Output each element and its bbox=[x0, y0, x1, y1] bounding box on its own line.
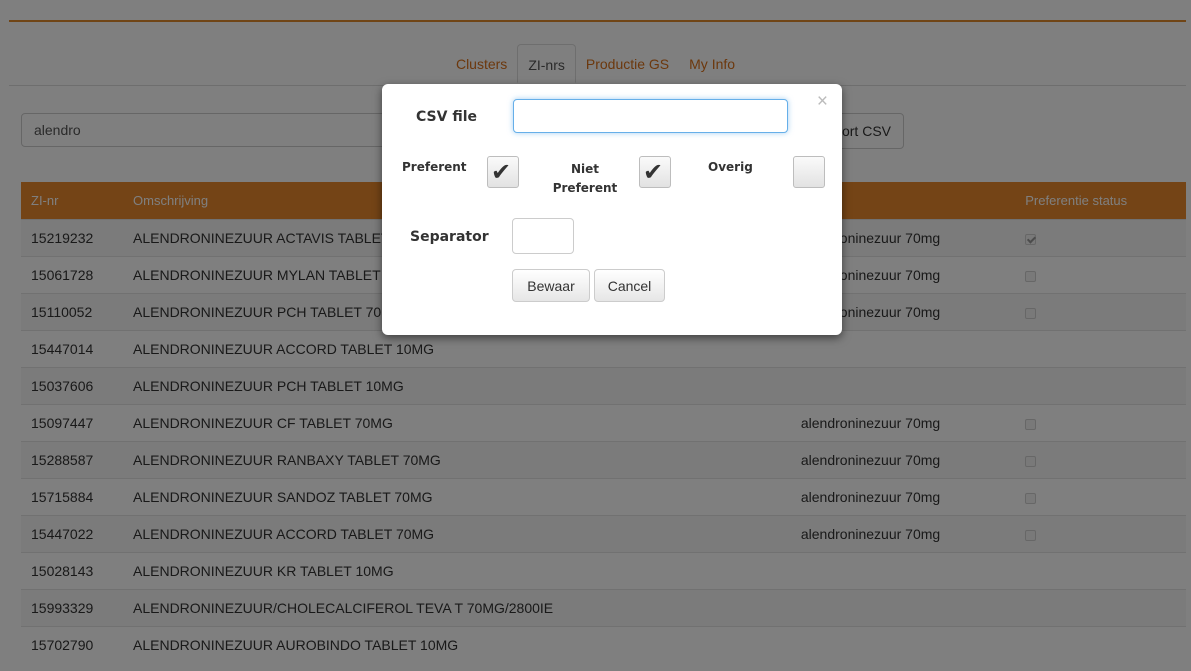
overig-checkbox[interactable] bbox=[793, 156, 825, 188]
niet-preferent-label: Niet Preferent bbox=[550, 160, 620, 198]
cancel-button[interactable]: Cancel bbox=[594, 269, 665, 302]
csv-file-label: CSV file bbox=[416, 109, 477, 125]
overig-label: Overig bbox=[708, 160, 753, 174]
checkmark-icon: ✔ bbox=[643, 159, 664, 186]
separator-input[interactable] bbox=[512, 218, 574, 254]
close-icon[interactable]: × bbox=[817, 92, 828, 111]
csv-file-input[interactable] bbox=[513, 99, 788, 133]
separator-label: Separator bbox=[410, 229, 489, 245]
niet-preferent-label-line1: Niet bbox=[570, 162, 600, 176]
preferent-label: Preferent bbox=[402, 160, 467, 174]
csv-import-dialog: × CSV file Preferent ✔ Niet Preferent ✔ … bbox=[382, 84, 842, 335]
checkmark-icon: ✔ bbox=[491, 159, 512, 186]
niet-preferent-label-line2: Preferent bbox=[552, 181, 618, 195]
preferent-checkbox[interactable]: ✔ bbox=[487, 156, 519, 188]
save-button[interactable]: Bewaar bbox=[512, 269, 590, 302]
niet-preferent-checkbox[interactable]: ✔ bbox=[639, 156, 671, 188]
